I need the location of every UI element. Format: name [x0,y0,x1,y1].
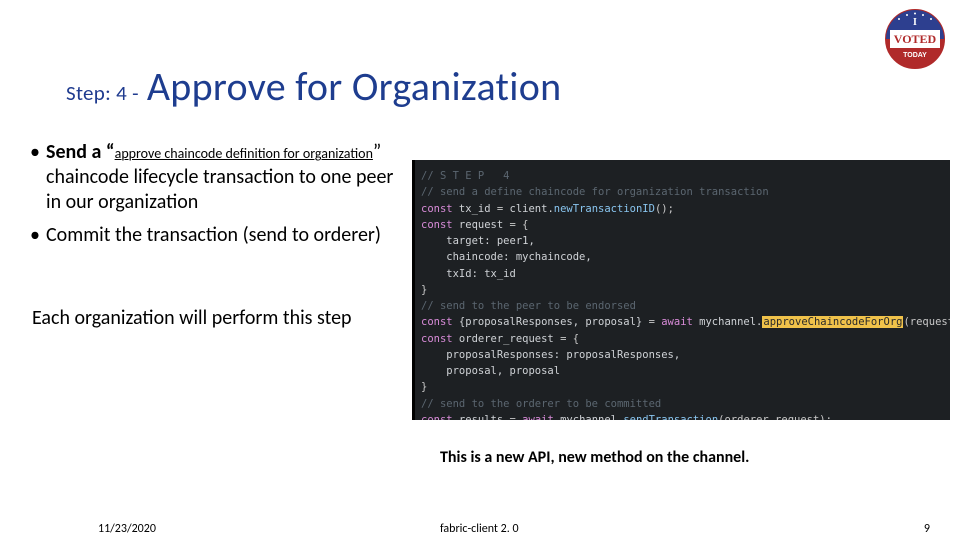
code-fn: newTransactionID [554,203,655,215]
badge-bot: TODAY [903,52,927,59]
code-kw: await [522,414,554,420]
footer-date: 11/23/2020 [98,522,156,536]
title-prefix: Step: 4 - [66,80,139,106]
footer-page: 9 [924,522,930,536]
left-column: Send a “approve chaincode definition for… [28,140,404,331]
code-line: // send a define chaincode for organizat… [421,186,769,198]
code-id: client. [503,203,554,215]
code-pu: { [516,219,529,231]
code-kw: const [421,203,453,215]
code-id: orderer_request [453,333,560,345]
title-row: Step: 4 - Approve for Organization [66,62,561,111]
code-id: request [453,219,510,231]
code-line: // S T E P 4 [421,170,510,182]
bullet-1-small: approve chaincode definition for organiz… [115,145,373,162]
code-line: // send to the peer to be endorsed [421,300,636,312]
code-id: mychannel. [693,316,763,328]
voted-badge-icon: I VOTED TODAY [884,8,946,70]
code-id: {proposalResponses, proposal} [453,316,649,328]
slide: Step: 4 - Approve for Organization I VOT… [0,0,960,540]
code-line: chaincode: mychaincode, [421,251,592,263]
code-kw: await [661,316,693,328]
code-line: proposalResponses: proposalResponses, [421,349,680,361]
code-id: tx_id [453,203,497,215]
code-id: mychannel. [554,414,624,420]
code-pu: (); [655,203,674,215]
code-kw: const [421,316,453,328]
caption: This is a new API, new method on the cha… [440,448,749,467]
after-bullets: Each organization will perform this step [28,306,404,331]
code-kw: const [421,219,453,231]
badge-top: I [913,17,917,28]
footer-center: fabric-client 2. 0 [440,522,519,536]
bullet-2: Commit the transaction (send to orderer) [28,223,404,248]
code-kw: const [421,414,453,420]
bullet-list: Send a “approve chaincode definition for… [28,140,404,248]
code-kw: const [421,333,453,345]
badge-mid: VOTED [894,32,937,46]
code-fn: sendTransaction [623,414,718,420]
code-line: proposal, proposal [421,365,560,377]
code-id: results [453,414,510,420]
code-pu: { [566,333,579,345]
code-line: txId: tx_id [421,268,516,280]
code-block: // S T E P 4 // send a define chaincode … [412,160,950,420]
bullet-1: Send a “approve chaincode definition for… [28,140,404,215]
code-line: target: peer1, [421,235,535,247]
code-line: // send to the orderer to be committed [421,398,661,410]
code-pu: (orderer_request); [718,414,832,420]
title-main: Approve for Organization [147,62,562,111]
bullet-1-lead: Send a “ [46,140,115,164]
code-highlight: approveChaincodeForOrg [762,316,903,328]
code-pu: (request); [903,316,950,328]
code-line: } [421,284,427,296]
code-line: } [421,381,427,393]
